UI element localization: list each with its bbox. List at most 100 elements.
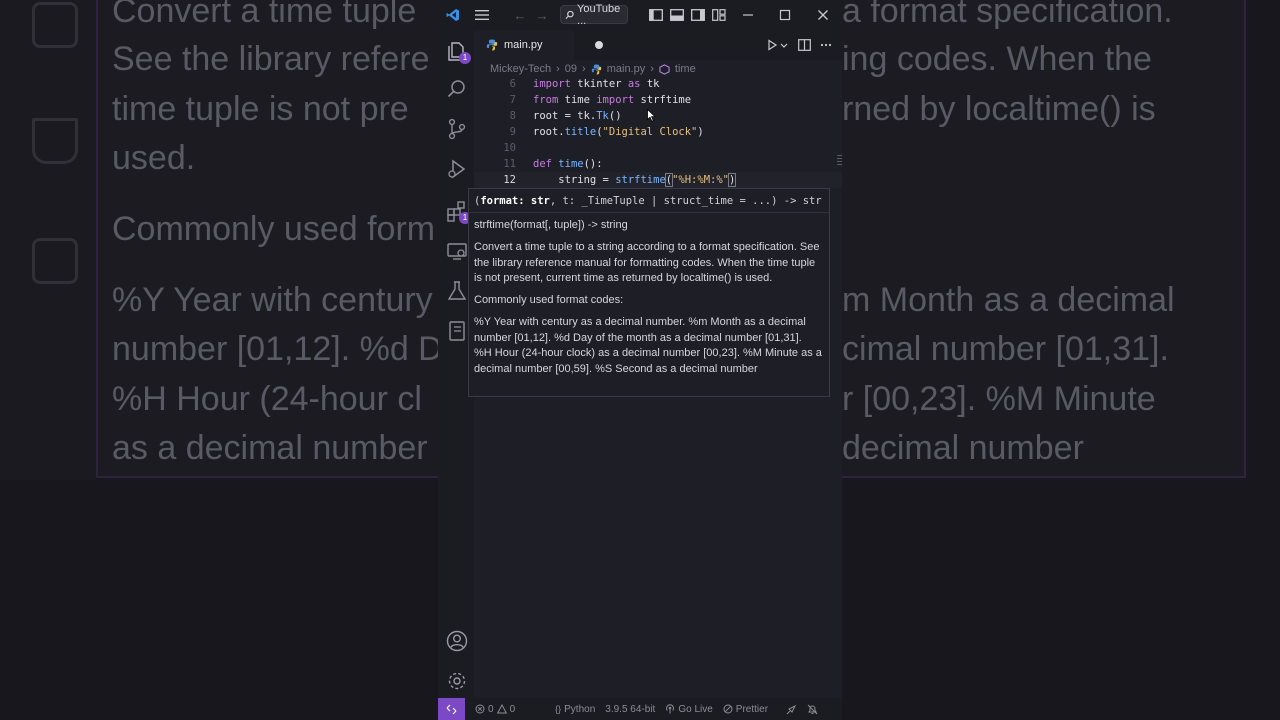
forward-arrow-icon[interactable]: → (534, 7, 550, 23)
bg-right-line: decimal number (842, 429, 1084, 467)
background-activity-strip (0, 0, 96, 480)
code-token: time (558, 94, 597, 106)
code-token: ) (727, 173, 737, 187)
code-token: from (533, 94, 559, 106)
account-icon[interactable] (446, 630, 468, 652)
editor-tabs: main.py (474, 30, 842, 60)
background-book-icon (32, 238, 78, 284)
minimize-icon[interactable] (740, 7, 756, 23)
run-options-chevron-down-icon[interactable] (780, 38, 788, 56)
background-search-icon (32, 2, 78, 48)
code-token: Tk (596, 110, 609, 122)
prettier-label: Prettier (735, 703, 769, 715)
code-token: "Digital Clock" (602, 126, 698, 138)
code-token: "%H:%M:%" (672, 174, 729, 186)
toggle-secondary-sidebar-icon[interactable] (690, 7, 706, 23)
code-line: 6 import tkinter as tk (474, 76, 842, 92)
background-flask-icon (32, 118, 78, 164)
notifications-bell-icon[interactable] (807, 704, 818, 715)
braces-icon: {} (555, 704, 562, 714)
interpreter-label: 3.9.5 64-bit (605, 703, 656, 715)
code-token: title (564, 126, 597, 138)
search-icon[interactable] (446, 78, 468, 100)
code-token: tk (640, 78, 660, 90)
python-file-icon (591, 63, 601, 75)
go-live-button[interactable]: Go Live (665, 703, 713, 715)
error-icon (475, 704, 485, 714)
extensions-icon[interactable]: 1 (446, 200, 471, 224)
prettier-disabled-icon (723, 704, 733, 714)
unsaved-dot-icon[interactable] (595, 41, 603, 49)
language-mode[interactable]: {} Python (555, 704, 595, 715)
code-line: 10 (474, 140, 842, 156)
run-file-icon[interactable] (766, 38, 778, 56)
maximize-icon[interactable] (777, 7, 793, 23)
menu-icon[interactable] (474, 7, 490, 23)
source-control-icon[interactable] (446, 118, 468, 140)
run-debug-icon[interactable] (446, 158, 468, 180)
hover-body: strftime(format[, tuple]) -> string Conv… (474, 218, 822, 384)
signature-line: (format: str, t: _TimeTuple | struct_tim… (469, 189, 829, 213)
code-token: as (627, 78, 641, 90)
back-arrow-icon[interactable]: ← (512, 7, 528, 23)
status-bar: 0 0 {} Python 3.9.5 64-bit Go Live Prett… (438, 698, 842, 720)
more-actions-icon[interactable] (820, 38, 832, 56)
code-line: 11 def time(): (474, 156, 842, 172)
signature-rest: , t: _TimeTuple | struct_time = ...) -> … (549, 195, 822, 207)
split-editor-icon[interactable] (798, 38, 811, 56)
command-center-label: YouTube ... (577, 2, 621, 27)
interpreter-selector[interactable]: 3.9.5 64-bit (605, 704, 655, 715)
code-line: 8 root = tk.Tk() (474, 108, 842, 124)
remote-explorer-icon[interactable] (446, 240, 468, 262)
line-number: 10 (503, 142, 516, 154)
search-icon (565, 10, 574, 19)
command-center-search[interactable]: YouTube ... (560, 2, 628, 27)
close-icon[interactable] (815, 7, 831, 23)
code-line-current: 12 string = strftime("%H:%M:%") (474, 172, 842, 188)
testing-flask-icon[interactable] (446, 280, 468, 302)
line-number: 9 (509, 126, 516, 138)
code-token: import (596, 94, 635, 106)
code-token: () (608, 110, 622, 122)
bg-right-line: m Month as a decimal (842, 281, 1175, 319)
breadcrumb-root[interactable]: Mickey-Tech (490, 63, 551, 75)
code-token: (): (583, 158, 603, 170)
toggle-panel-icon[interactable] (669, 7, 685, 23)
doc-paragraph: Convert a time tuple to a string accordi… (474, 241, 820, 284)
breadcrumb-separator-icon: › (582, 63, 586, 75)
line-number: 8 (509, 110, 516, 122)
line-number: 12 (503, 174, 516, 186)
code-token: time (558, 158, 584, 170)
bg-right-line: a format specification. (842, 0, 1173, 30)
minimap[interactable] (837, 154, 842, 168)
settings-gear-icon[interactable] (446, 670, 468, 692)
code-token: tkinter (570, 78, 628, 90)
breadcrumb-file[interactable]: main.py (607, 63, 646, 75)
code-token: root = tk. (533, 110, 597, 122)
language-label: Python (564, 703, 596, 715)
breadcrumb-symbol[interactable]: time (675, 63, 696, 75)
code-editor[interactable]: 6 import tkinter as tk 7 from time impor… (474, 76, 842, 191)
vscode-logo-icon (445, 7, 461, 23)
tab-main-py[interactable]: main.py (474, 30, 574, 60)
breadcrumb-separator-icon: › (556, 63, 560, 75)
toggle-sidebar-icon[interactable] (648, 7, 664, 23)
notebook-icon[interactable] (446, 320, 468, 342)
breadcrumb-folder[interactable]: 09 (565, 63, 577, 75)
signature-active-param: format: str (480, 195, 550, 207)
warning-icon (496, 704, 507, 714)
prettier-status[interactable]: Prettier (723, 704, 768, 715)
doc-signature: strftime(format[, tuple]) -> string (474, 219, 628, 231)
go-live-label: Go Live (678, 703, 713, 715)
breadcrumb: Mickey-Tech › 09 › main.py › time (490, 61, 696, 77)
hover-documentation-popup: (format: str, t: _TimeTuple | struct_tim… (468, 188, 830, 397)
symbol-method-icon (659, 63, 670, 75)
problems-indicator[interactable]: 0 0 (475, 704, 515, 715)
remote-indicator-icon[interactable] (438, 698, 465, 720)
python-file-icon (486, 39, 498, 51)
feedback-icon[interactable] (786, 704, 797, 715)
customize-layout-icon[interactable] (711, 7, 727, 23)
explorer-icon[interactable]: 1 (446, 40, 471, 64)
line-number: 7 (509, 94, 516, 106)
line-number: 6 (509, 78, 516, 90)
